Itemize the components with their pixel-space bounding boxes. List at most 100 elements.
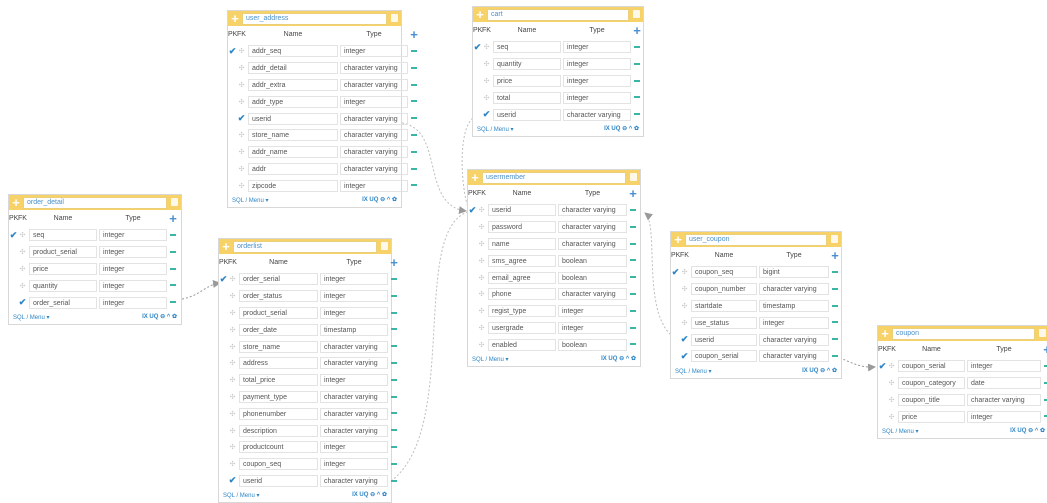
column-type[interactable]: integer [320, 441, 388, 454]
fk-cell[interactable]: ✣ [18, 248, 27, 256]
footer-tools[interactable]: IX UQ ⊖ ^ ✿ [362, 196, 397, 203]
column-name[interactable]: use_status [691, 316, 757, 329]
column-name[interactable]: addr_detail [248, 62, 338, 75]
column-type[interactable]: integer [320, 290, 388, 303]
plus-icon[interactable]: + [220, 239, 232, 254]
remove-column-button[interactable] [627, 308, 639, 315]
column-type[interactable]: integer [967, 360, 1041, 373]
pk-cell[interactable]: ✔ [219, 274, 228, 285]
sql-menu-button[interactable]: SQL / Menu ▾ [472, 356, 508, 363]
column-type[interactable]: boolean [558, 338, 627, 351]
column-type[interactable]: timestamp [320, 323, 388, 336]
table-orderlist[interactable]: + orderlist PK FK Name Type + ✔ ✣ order_serial int… [218, 238, 398, 503]
column-name[interactable]: phonenumber [239, 407, 318, 420]
column-name[interactable]: total_price [239, 374, 318, 387]
trash-icon[interactable] [831, 235, 838, 243]
column-name[interactable]: order_date [239, 323, 318, 336]
column-name[interactable]: enabled [488, 338, 556, 351]
column-name[interactable]: address [239, 357, 318, 370]
table-name-field[interactable]: orderlist [233, 241, 377, 253]
column-type[interactable]: character varying [558, 204, 627, 217]
fk-cell[interactable]: ✣ [237, 81, 246, 89]
column-name[interactable]: price [898, 410, 965, 423]
remove-column-button[interactable] [388, 276, 400, 283]
fk-cell[interactable]: ✣ [477, 341, 486, 349]
column-type[interactable]: integer [759, 316, 829, 329]
fk-cell[interactable]: ✣ [477, 257, 486, 265]
remove-column-button[interactable] [631, 111, 643, 118]
column-name[interactable]: store_name [239, 340, 318, 353]
fk-cell[interactable]: ✣ [237, 182, 246, 190]
trash-icon[interactable] [381, 242, 388, 250]
column-name[interactable]: order_serial [29, 296, 97, 309]
link-detail-orderlist[interactable] [181, 279, 221, 300]
sql-menu-button[interactable]: SQL / Menu ▾ [13, 314, 49, 321]
column-name[interactable]: email_agree [488, 271, 556, 284]
column-type[interactable]: integer [967, 410, 1041, 423]
remove-column-button[interactable] [631, 44, 643, 51]
fk-cell[interactable]: ✣ [237, 165, 246, 173]
table-name-field[interactable]: cart [487, 9, 629, 21]
remove-column-button[interactable] [829, 302, 841, 309]
remove-column-button[interactable] [631, 77, 643, 84]
remove-column-button[interactable] [627, 274, 639, 281]
column-name[interactable]: sms_agree [488, 254, 556, 267]
pk-cell[interactable]: ✔ [878, 361, 887, 372]
remove-column-button[interactable] [388, 393, 400, 400]
remove-column-button[interactable] [408, 65, 420, 72]
fk-cell[interactable]: ✣ [228, 460, 237, 468]
table-name-field[interactable]: order_detail [23, 197, 167, 209]
column-name[interactable]: zipcode [248, 179, 338, 192]
column-name[interactable]: coupon_title [898, 393, 965, 406]
remove-column-button[interactable] [388, 477, 400, 484]
remove-column-button[interactable] [1041, 413, 1047, 420]
remove-column-button[interactable] [627, 257, 639, 264]
column-type[interactable]: integer [99, 262, 167, 275]
column-type[interactable]: integer [320, 273, 388, 286]
column-name[interactable]: addr_name [248, 146, 338, 159]
table-order-detail[interactable]: + order_detail PK FK Name Type + ✔ ✣ seq integer ✣ p… [8, 194, 182, 325]
trash-icon[interactable] [171, 198, 178, 206]
column-name[interactable]: coupon_number [691, 283, 757, 296]
column-type[interactable]: character varying [967, 393, 1041, 406]
fk-cell[interactable]: ✔ [680, 334, 689, 345]
fk-cell[interactable]: ✣ [680, 268, 689, 276]
remove-column-button[interactable] [408, 182, 420, 189]
fk-cell[interactable]: ✣ [477, 274, 486, 282]
fk-cell[interactable]: ✣ [18, 282, 27, 290]
fk-cell[interactable]: ✣ [228, 343, 237, 351]
column-type[interactable]: integer [99, 296, 167, 309]
column-type[interactable]: integer [558, 305, 627, 318]
column-type[interactable]: boolean [558, 254, 627, 267]
link-orderlist-user[interactable] [390, 211, 469, 482]
remove-column-button[interactable] [388, 309, 400, 316]
add-column-icon[interactable]: + [1041, 343, 1047, 356]
column-type[interactable]: character varying [558, 288, 627, 301]
remove-column-button[interactable] [627, 341, 639, 348]
fk-cell[interactable]: ✔ [228, 475, 237, 486]
column-name[interactable]: addr_seq [248, 45, 338, 58]
table-name-field[interactable]: coupon [892, 328, 1035, 340]
add-column-icon[interactable]: + [388, 256, 400, 269]
column-name[interactable]: phone [488, 288, 556, 301]
fk-cell[interactable]: ✣ [482, 43, 491, 51]
column-name[interactable]: seq [29, 229, 97, 242]
fk-cell[interactable]: ✣ [237, 98, 246, 106]
column-name[interactable]: payment_type [239, 390, 318, 403]
fk-cell[interactable]: ✣ [237, 148, 246, 156]
remove-column-button[interactable] [167, 265, 179, 272]
column-type[interactable]: character varying [340, 112, 408, 125]
fk-cell[interactable]: ✣ [482, 94, 491, 102]
pk-cell[interactable]: ✔ [468, 205, 477, 216]
fk-cell[interactable]: ✣ [482, 77, 491, 85]
add-column-icon[interactable]: + [167, 212, 179, 225]
fk-cell[interactable]: ✣ [887, 362, 896, 370]
footer-tools[interactable]: IX UQ ⊖ ^ ✿ [142, 313, 177, 320]
fk-cell[interactable]: ✣ [228, 275, 237, 283]
column-type[interactable]: integer [320, 458, 388, 471]
remove-column-button[interactable] [829, 319, 841, 326]
remove-column-button[interactable] [388, 461, 400, 468]
column-name[interactable]: price [493, 74, 561, 87]
column-type[interactable]: bigint [759, 266, 829, 279]
pk-cell[interactable]: ✔ [228, 46, 237, 57]
